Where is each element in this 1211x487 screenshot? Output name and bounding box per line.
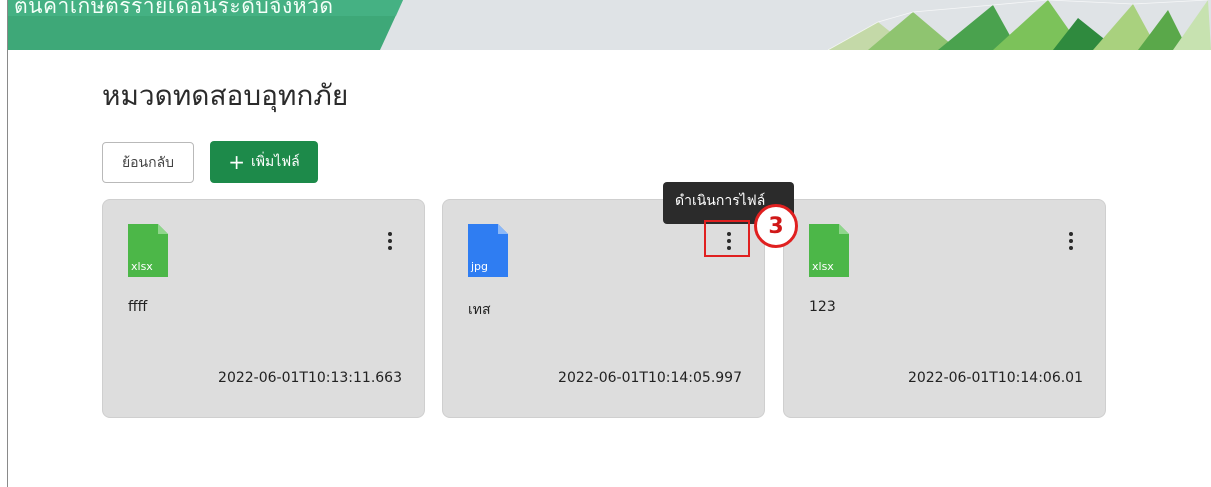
file-extension: jpg (471, 260, 489, 273)
add-file-button[interactable]: + เพิ่มไฟล์ (210, 141, 318, 183)
file-extension: xlsx (131, 260, 153, 273)
more-options-icon[interactable] (1061, 227, 1081, 255)
xlsx-file-icon: xlsx (128, 224, 168, 277)
window-left-edge (7, 0, 8, 487)
page-title: หมวดทดสอบอุทกภัย (102, 79, 349, 112)
jpg-file-icon: jpg (468, 224, 508, 277)
plus-icon: + (228, 150, 245, 174)
more-options-icon[interactable] (380, 227, 400, 255)
file-card[interactable]: xlsx 123 2022-06-01T10:14:06.01 (783, 199, 1106, 418)
annotation-highlight-box (704, 220, 750, 257)
banner-title: ต้นค่าเกษตรรายเดือนระดับจังหวัด (14, 0, 334, 18)
file-date: 2022-06-01T10:14:06.01 (907, 370, 1083, 386)
header-banner: ต้นค่าเกษตรรายเดือนระดับจังหวัด (8, 0, 1211, 50)
add-file-label: เพิ่มไฟล์ (250, 154, 300, 170)
file-card[interactable]: xlsx ffff 2022-06-01T10:13:11.663 (102, 199, 425, 418)
file-date: 2022-06-01T10:14:05.997 (558, 370, 742, 386)
file-name: ffff (128, 299, 148, 315)
file-name: 123 (809, 299, 836, 315)
file-extension: xlsx (812, 260, 834, 273)
file-name: เทส (468, 302, 491, 318)
step-number-badge: 3 (754, 204, 798, 248)
file-date: 2022-06-01T10:13:11.663 (218, 370, 402, 386)
xlsx-file-icon: xlsx (809, 224, 849, 277)
back-button[interactable]: ย้อนกลับ (102, 142, 194, 183)
